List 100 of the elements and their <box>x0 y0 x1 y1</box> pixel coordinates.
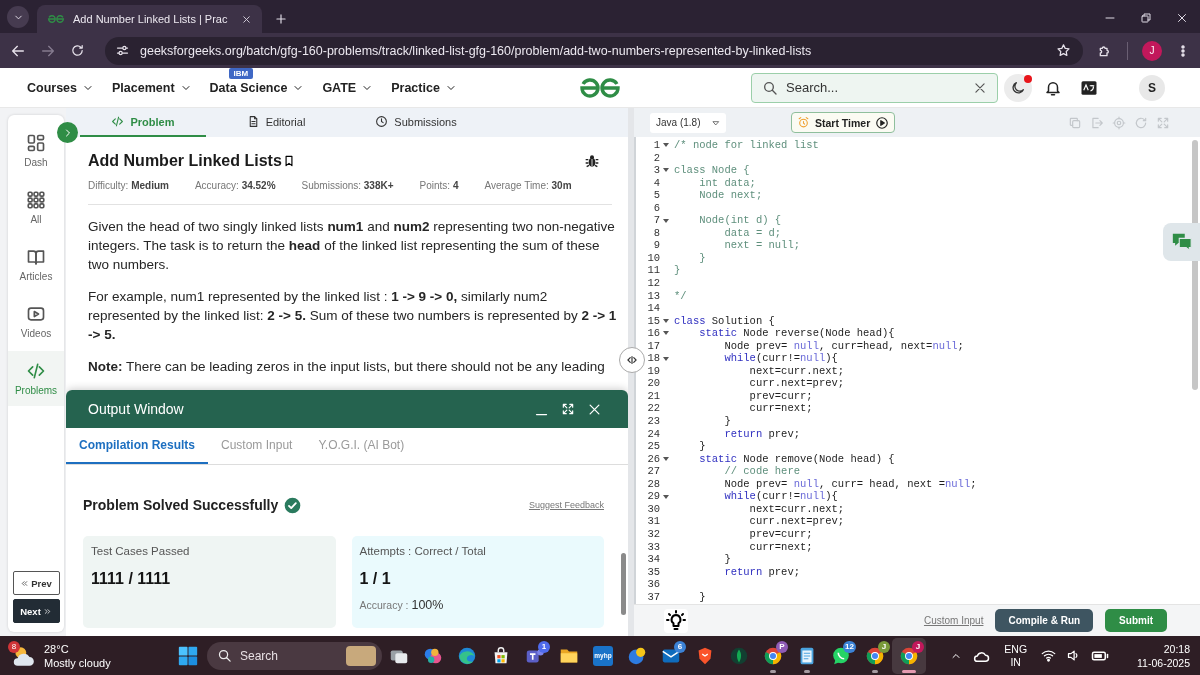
nav-menu[interactable]: Data Science <box>209 80 305 95</box>
theme-toggle-button[interactable] <box>1004 73 1032 102</box>
start-icon[interactable] <box>177 644 199 667</box>
nav-menu[interactable]: Practice <box>391 80 457 95</box>
output-tab[interactable]: Compilation Results <box>66 428 208 464</box>
card-value: 1111 / 1111 <box>91 570 171 588</box>
weather-badge: 8 <box>8 640 20 653</box>
language-text[interactable]: ENG <box>1004 642 1028 656</box>
sidebar-item[interactable]: Videos <box>8 294 64 349</box>
count-badge: P <box>776 640 788 653</box>
code-line: next=curr.next; <box>748 364 845 378</box>
code-line: prev=curr; <box>748 527 813 541</box>
scrollbar[interactable] <box>621 553 626 615</box>
sidebar-item[interactable]: Articles <box>8 237 64 292</box>
fold-caret-icon[interactable] <box>662 318 669 323</box>
bug-icon[interactable] <box>584 153 600 169</box>
address-bar[interactable]: geeksforgeeks.org/batch/gfg-160-problems/track/linked-list-gfg-160/problem/add-two-numbers-represented-by-linked-lists <box>105 36 1083 65</box>
close-icon[interactable] <box>973 80 987 95</box>
alarm-clock-icon <box>797 116 810 129</box>
code-line: class Node { <box>674 164 750 177</box>
close-icon[interactable] <box>241 13 253 25</box>
taskbar-app[interactable]: 6 <box>654 637 688 674</box>
reload-icon[interactable] <box>70 43 85 58</box>
line-number: 18 <box>646 352 660 365</box>
lightbulb-icon[interactable] <box>664 608 688 633</box>
browser-tab[interactable]: Add Number Linked Lists | Prac <box>37 5 263 33</box>
video-icon <box>26 304 46 324</box>
settings-sliders-icon[interactable] <box>115 43 130 58</box>
chat-button[interactable] <box>1163 223 1200 261</box>
nav-menu[interactable]: Courses <box>27 80 95 95</box>
tab-list-button[interactable] <box>7 6 29 28</box>
search-field[interactable]: Search... <box>751 72 998 103</box>
line-number: 31 <box>646 515 660 528</box>
close-icon[interactable] <box>1176 12 1188 24</box>
grid-icon <box>26 190 46 210</box>
clock-time[interactable]: 20:18 <box>1163 641 1190 656</box>
custom-input-link[interactable]: Custom Input <box>923 615 984 626</box>
fold-caret-icon[interactable] <box>662 356 669 361</box>
taskbar-search-field[interactable]: Search <box>207 641 382 670</box>
accuracy-text: Accuracy : 100% <box>359 598 444 612</box>
nav-menu[interactable]: Placement <box>112 80 192 95</box>
wifi-icon[interactable] <box>1041 648 1057 663</box>
taskbar-search-input[interactable]: Search <box>240 646 338 665</box>
taskbar-app[interactable]: J <box>858 637 892 674</box>
region-text[interactable]: IN <box>1010 655 1021 669</box>
restore-icon[interactable] <box>1140 12 1152 24</box>
taskbar-app[interactable]: 12 <box>824 637 858 674</box>
code-line: return prev; <box>723 565 801 579</box>
sidebar-item[interactable]: Dash <box>8 123 64 178</box>
feedback-link[interactable]: Suggest Feedback <box>528 500 604 510</box>
expand-arrows-icon[interactable] <box>561 402 575 416</box>
fold-caret-icon[interactable] <box>662 494 669 499</box>
code-line: curr=next; <box>748 402 813 416</box>
code-line: } <box>698 440 706 453</box>
taskbar-app[interactable]: 1 <box>518 637 552 674</box>
fold-caret-icon[interactable] <box>662 143 669 148</box>
translate-icon[interactable] <box>1080 78 1098 97</box>
plus-icon[interactable] <box>274 12 289 26</box>
action-button[interactable]: Compile & Run <box>995 609 1094 632</box>
card-label: Attempts : Correct / Total <box>359 545 486 557</box>
dashboard-icon <box>26 133 46 153</box>
profile-avatar[interactable]: J <box>1142 40 1162 61</box>
card-value: 1 / 1 <box>359 570 391 588</box>
action-button[interactable]: Submit <box>1105 609 1167 632</box>
play-circle-icon <box>875 115 890 130</box>
problem-tab[interactable]: Editorial <box>206 108 346 137</box>
next-button[interactable]: Next <box>12 599 60 623</box>
language-select[interactable]: Java (1.8) <box>650 112 726 133</box>
fold-caret-icon[interactable] <box>662 456 669 461</box>
nav-menu[interactable]: GATE <box>322 80 374 95</box>
fold-caret-icon[interactable] <box>662 168 669 173</box>
code-line: } <box>674 264 681 277</box>
line-number: 22 <box>646 402 660 416</box>
sidebar-item[interactable]: Problems <box>8 351 64 406</box>
output-title: Output Window <box>88 401 184 417</box>
star-icon[interactable] <box>1056 43 1071 58</box>
fold-caret-icon[interactable] <box>662 331 669 336</box>
search-input[interactable]: Search... <box>786 76 965 99</box>
start-timer-button[interactable]: Start Timer <box>791 112 896 133</box>
prev-button[interactable]: Prev <box>12 571 60 595</box>
user-avatar[interactable]: S <box>1139 74 1165 101</box>
problem-tab[interactable]: Submissions <box>346 108 486 137</box>
sidebar-item[interactable]: All <box>8 180 64 235</box>
line-number: 15 <box>646 314 660 328</box>
code-line: Node prev= null, curr=head, next=null; <box>723 339 964 353</box>
code-line: while(curr!=null){ <box>723 352 838 365</box>
fold-caret-icon[interactable] <box>662 218 669 223</box>
taskbar-app[interactable]: P <box>756 637 790 674</box>
line-number: 23 <box>646 415 660 428</box>
problem-tab[interactable]: Problem <box>80 108 206 137</box>
code-line: Node(int d) { <box>698 214 782 227</box>
taskbar-app[interactable]: J <box>892 637 926 674</box>
line-number: 9 <box>652 239 660 252</box>
line-number: 34 <box>646 553 660 566</box>
clock-date[interactable]: 11-06-2025 <box>1137 655 1190 670</box>
code-line: // code here <box>723 465 801 478</box>
code-line: static Node reverse(Node head){ <box>698 327 895 340</box>
card-label: Test Cases Passed <box>91 545 190 557</box>
code-line: next=curr.next; <box>748 502 845 516</box>
line-number: 26 <box>646 452 660 466</box>
